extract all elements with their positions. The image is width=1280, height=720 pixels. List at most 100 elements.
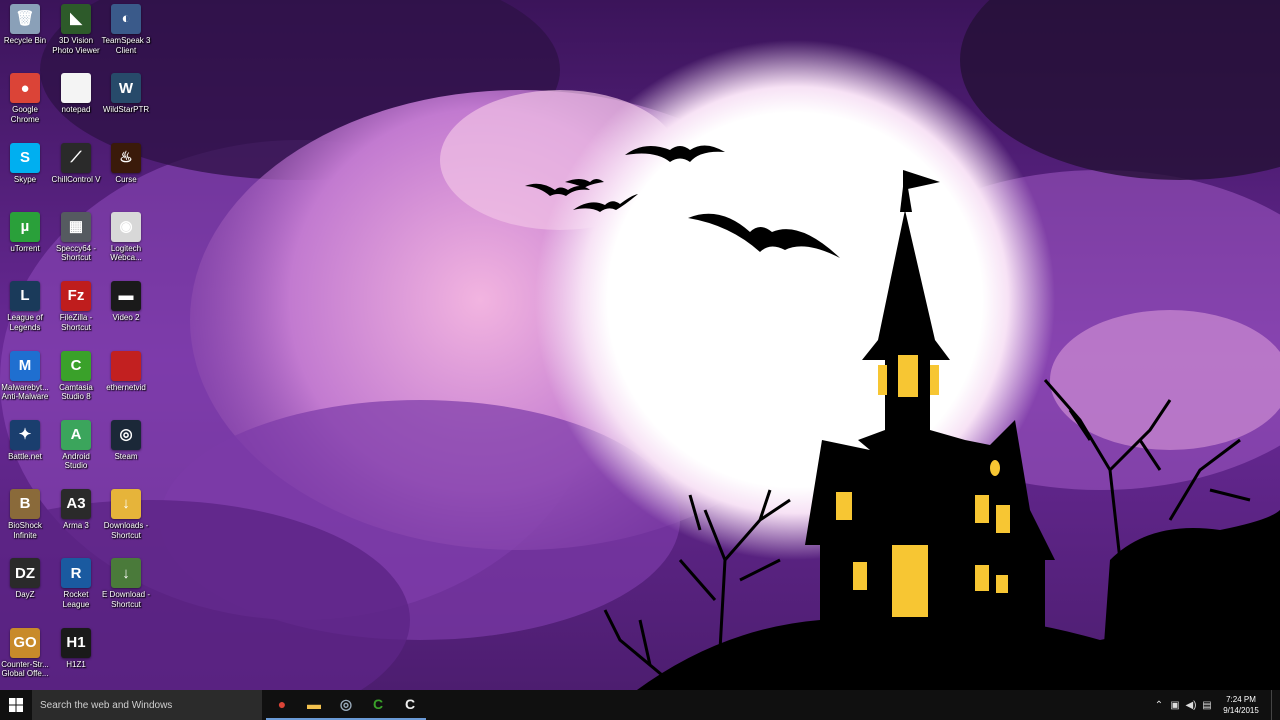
desktop-icon[interactable]: A Android Studio bbox=[51, 416, 101, 482]
desktop-icon-label: ChillControl V bbox=[51, 174, 101, 184]
taskbar-camtasia-recorder-button[interactable]: C bbox=[394, 690, 426, 720]
desktop-icon[interactable]: H1 H1Z1 bbox=[51, 624, 101, 690]
windows-logo-icon bbox=[9, 698, 23, 712]
taskbar: Search the web and Windows ● ▬ ◎ C C ⌃ ▣ ◀) … bbox=[0, 690, 1280, 720]
desktop-icon-label: Battle.net bbox=[8, 451, 42, 461]
taskbar-pinned-apps: ● ▬ ◎ C C bbox=[266, 690, 426, 720]
desktop-icon[interactable]: R Rocket League bbox=[51, 554, 101, 620]
desktop-icon[interactable]: M Malwarebyt... Anti-Malware bbox=[0, 347, 50, 413]
desktop-icon[interactable]: ↓ E Download - Shortcut bbox=[101, 554, 151, 620]
app-icon: GO bbox=[10, 627, 40, 658]
desktop-icon-label: BioShock Infinite bbox=[8, 521, 42, 540]
desktop-icon[interactable]: ⟋ ChillControl V bbox=[51, 139, 101, 205]
app-icon: R bbox=[61, 558, 91, 589]
desktop-icon-label: 3D Vision Photo Viewer bbox=[52, 36, 100, 55]
show-desktop-button[interactable] bbox=[1271, 690, 1280, 720]
desktop-icon-label: Malwarebyt... Anti-Malware bbox=[1, 382, 49, 402]
desktop-icon[interactable]: C Camtasia Studio 8 bbox=[51, 347, 101, 413]
taskbar-steam-button[interactable]: ◎ bbox=[330, 690, 362, 720]
camtasia-recorder-icon: C bbox=[404, 696, 416, 712]
start-button[interactable] bbox=[0, 690, 32, 720]
file-explorer-icon: ▬ bbox=[307, 696, 321, 712]
desktop-icon-label: Video 2 bbox=[112, 313, 140, 323]
desktop-icon[interactable]: notepad bbox=[51, 69, 101, 135]
desktop-icon-label: uTorrent bbox=[10, 243, 40, 253]
network-icon[interactable]: ▣ bbox=[1167, 690, 1183, 720]
desktop-icon[interactable]: ▦ Speccy64 - Shortcut bbox=[51, 208, 101, 274]
clock-date: 9/14/2015 bbox=[1223, 706, 1259, 715]
desktop-icon[interactable]: S Skype bbox=[0, 139, 50, 205]
app-icon: A3 bbox=[61, 489, 91, 520]
app-icon: ◎ bbox=[111, 419, 141, 450]
app-icon: A bbox=[61, 419, 91, 450]
desktop-icon[interactable]: ● Google Chrome bbox=[0, 69, 50, 135]
halloween-wallpaper bbox=[0, 0, 1280, 720]
desktop-icon[interactable]: A3 Arma 3 bbox=[51, 485, 101, 551]
app-icon: ◐ bbox=[111, 4, 141, 34]
desktop-icon[interactable]: W WildStarPTR bbox=[101, 69, 151, 135]
desktop-icon[interactable]: B BioShock Infinite bbox=[0, 485, 50, 551]
desktop-icon-label: DayZ bbox=[15, 590, 35, 600]
show-hidden-icons-chevron-up-icon[interactable]: ⌃ bbox=[1151, 690, 1167, 720]
desktop-icon[interactable]: ✦ Battle.net bbox=[0, 416, 50, 482]
desktop-icon-grid: 🗑 Recycle Bin ◣ 3D Vision Photo Viewer ◐ Team… bbox=[0, 0, 160, 690]
app-icon: W bbox=[111, 73, 141, 104]
desktop-icon-label: H1Z1 bbox=[66, 659, 86, 669]
desktop-icon-label: Android Studio bbox=[62, 451, 90, 471]
desktop-icon[interactable]: ethernetvid bbox=[101, 347, 151, 413]
desktop-icon-label: Counter-Str... Global Offe... bbox=[1, 659, 49, 679]
desktop-icon-label: Google Chrome bbox=[10, 105, 40, 124]
system-tray: ⌃ ▣ ◀) ▤ 7:24 PM 9/14/2015 bbox=[1151, 690, 1280, 720]
clock[interactable]: 7:24 PM 9/14/2015 bbox=[1215, 694, 1267, 716]
action-center-icon[interactable]: ▤ bbox=[1199, 690, 1215, 720]
desktop-icon[interactable]: ▬ Video 2 bbox=[101, 277, 151, 343]
desktop-icon-label: WildStarPTR bbox=[102, 105, 150, 115]
taskbar-file-explorer-button[interactable]: ▬ bbox=[298, 690, 330, 720]
desktop-icon-label: Rocket League bbox=[62, 590, 90, 609]
camtasia-studio-icon: C bbox=[372, 696, 384, 712]
chrome-icon: ● bbox=[277, 696, 287, 712]
desktop-icon[interactable]: DZ DayZ bbox=[0, 554, 50, 620]
app-icon: ▦ bbox=[61, 211, 91, 242]
app-icon: Fz bbox=[61, 281, 91, 312]
app-icon: L bbox=[10, 281, 40, 312]
clock-time: 7:24 PM bbox=[1226, 695, 1256, 704]
app-icon: ♨ bbox=[111, 142, 141, 173]
app-icon: ▬ bbox=[111, 281, 141, 312]
app-icon: H1 bbox=[61, 627, 91, 658]
desktop-icon-label: Skype bbox=[13, 174, 37, 184]
desktop-icon[interactable]: L League of Legends bbox=[0, 277, 50, 343]
desktop-icon[interactable]: ♨ Curse bbox=[101, 139, 151, 205]
desktop-icon-label: E Download - Shortcut bbox=[101, 590, 151, 609]
app-icon: ● bbox=[10, 73, 40, 104]
desktop-icon-label: Steam bbox=[114, 451, 138, 461]
desktop-icon-label: Downloads - Shortcut bbox=[103, 521, 149, 540]
desktop-icon[interactable]: ↓ Downloads - Shortcut bbox=[101, 485, 151, 551]
desktop-icon[interactable]: GO Counter-Str... Global Offe... bbox=[0, 624, 50, 690]
app-icon: 🗑 bbox=[10, 4, 40, 34]
app-icon bbox=[111, 350, 141, 381]
taskbar-camtasia-studio-button[interactable]: C bbox=[362, 690, 394, 720]
search-placeholder: Search the web and Windows bbox=[40, 699, 173, 711]
desktop-icon[interactable]: ◉ Logitech Webca... bbox=[101, 208, 151, 274]
desktop-icon[interactable]: ◎ Steam bbox=[101, 416, 151, 482]
desktop-icon[interactable]: µ uTorrent bbox=[0, 208, 50, 274]
volume-icon[interactable]: ◀) bbox=[1183, 690, 1199, 720]
app-icon: ◉ bbox=[111, 211, 141, 242]
app-icon bbox=[61, 73, 91, 104]
search-box[interactable]: Search the web and Windows bbox=[32, 690, 262, 720]
app-icon: C bbox=[61, 350, 91, 381]
desktop-icon-label: Camtasia Studio 8 bbox=[59, 382, 93, 402]
desktop-icon-label: FileZilla - Shortcut bbox=[59, 313, 93, 332]
desktop-icon[interactable]: ◐ TeamSpeak 3 Client bbox=[101, 0, 151, 66]
app-icon: M bbox=[10, 350, 40, 381]
desktop-icon[interactable]: 🗑 Recycle Bin bbox=[0, 0, 50, 66]
desktop-icon[interactable]: Fz FileZilla - Shortcut bbox=[51, 277, 101, 343]
app-icon: ↓ bbox=[111, 558, 141, 589]
desktop-icon-label: League of Legends bbox=[7, 313, 43, 332]
desktop-icon-label: Speccy64 - Shortcut bbox=[55, 243, 97, 263]
desktop-icon-label: Recycle Bin bbox=[3, 36, 47, 45]
taskbar-chrome-button[interactable]: ● bbox=[266, 690, 298, 720]
desktop-icon[interactable]: ◣ 3D Vision Photo Viewer bbox=[51, 0, 101, 66]
app-icon: B bbox=[10, 489, 40, 520]
